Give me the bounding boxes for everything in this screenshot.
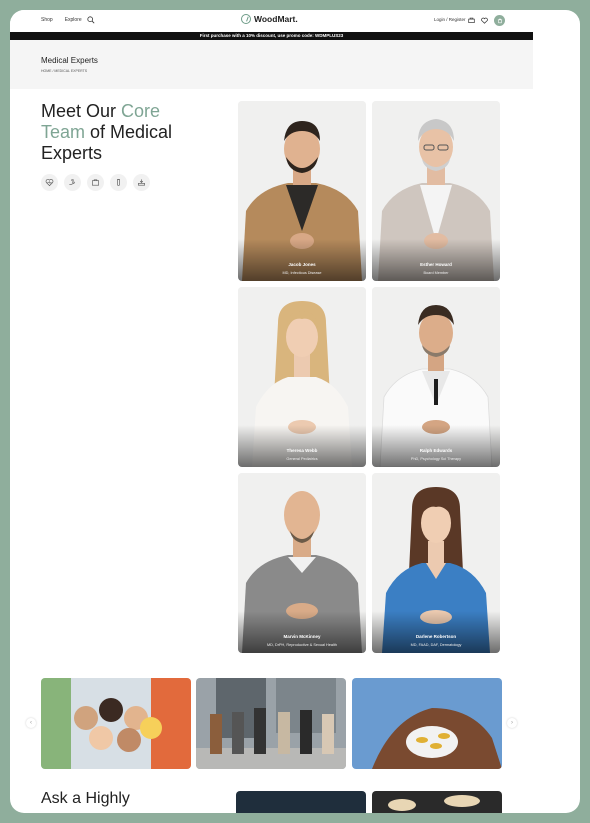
headline-accent-core: Core (121, 101, 161, 121)
capsules-photo (388, 795, 480, 811)
expert-card[interactable]: Jacob Jones MD, Infectious Disease (238, 101, 366, 281)
page-title: Medical Experts (41, 56, 98, 65)
site-header: Shop Explore WoodMart. Login / Register (10, 10, 533, 32)
headline-accent-team: Team (41, 122, 86, 142)
group-photo (41, 678, 191, 769)
cart-button[interactable] (494, 15, 505, 26)
expert-card[interactable]: Darlene Robertson MD, FAAD, DAF, Dermato… (372, 473, 500, 653)
expert-role: MD, Infectious Disease (282, 271, 322, 275)
specialty-icons (41, 174, 150, 191)
expert-card[interactable]: Ralph Edwards PhD, Psychology Sci Therap… (372, 287, 500, 467)
heart-pulse-icon[interactable] (41, 174, 58, 191)
compare-icon[interactable] (468, 17, 475, 24)
browser-viewport: Shop Explore WoodMart. Login / Register (10, 10, 580, 813)
expert-name: Theresa Webb (286, 448, 318, 453)
team-walking-photo (196, 678, 346, 769)
gallery-next-button[interactable]: › (507, 718, 517, 728)
expert-name: Ralph Edwards (419, 448, 453, 453)
expert-card[interactable]: Theresa Webb General Pediatrics (238, 287, 366, 467)
breadcrumb: HOME / MEDICAL EXPERTS (41, 69, 88, 73)
logo-icon (241, 14, 251, 24)
expert-role: PhD, Psychology Sci Therapy (410, 457, 462, 461)
expert-card[interactable]: Marvin McKinney MD, DrPH, Reproductive &… (238, 473, 366, 653)
login-register-link[interactable]: Login / Register (434, 17, 466, 22)
logo-text: WoodMart. (254, 14, 298, 24)
page-title-bar: Medical Experts HOME / MEDICAL EXPERTS (10, 40, 533, 89)
section-image-right (372, 791, 502, 813)
expert-role: MD, FAAD, DAF, Dermatology (410, 643, 462, 647)
gallery-prev-button[interactable]: ‹ (26, 718, 36, 728)
primary-nav: Shop Explore (41, 17, 82, 23)
expert-role: General Pediatrics (286, 457, 318, 461)
expert-name: Darlene Robertson (415, 634, 457, 639)
kit-icon[interactable] (87, 174, 104, 191)
promo-bar: First purchase with a 10% discount, use … (10, 32, 533, 40)
gallery-image-group[interactable] (41, 678, 191, 769)
gallery-image-pills[interactable] (352, 678, 502, 769)
section-image-left (236, 791, 366, 813)
section-heading: Ask a Highly (41, 790, 130, 807)
headline-part1: Meet Our (41, 101, 122, 121)
expert-role: Board Member (423, 271, 449, 275)
hand-care-icon[interactable] (64, 174, 81, 191)
nav-shop[interactable]: Shop (41, 17, 53, 23)
header-actions (468, 15, 505, 26)
cart-icon (497, 18, 502, 23)
team-headline: Meet Our Core Team of Medical Experts (41, 101, 221, 164)
search-icon[interactable] (87, 16, 95, 24)
expert-name: Esther Howard (420, 262, 452, 267)
vial-icon[interactable] (110, 174, 127, 191)
site-logo[interactable]: WoodMart. (241, 14, 298, 24)
pills-hand-photo (352, 678, 502, 769)
tray-icon[interactable] (133, 174, 150, 191)
nav-explore[interactable]: Explore (65, 17, 82, 23)
expert-name: Marvin McKinney (283, 634, 321, 639)
expert-card[interactable]: Esther Howard Board Member (372, 101, 500, 281)
gallery-image-team[interactable] (196, 678, 346, 769)
expert-role: MD, DrPH, Reproductive & Sexual Health (266, 643, 338, 647)
expert-name: Jacob Jones (288, 262, 316, 267)
wishlist-icon[interactable] (481, 17, 488, 24)
